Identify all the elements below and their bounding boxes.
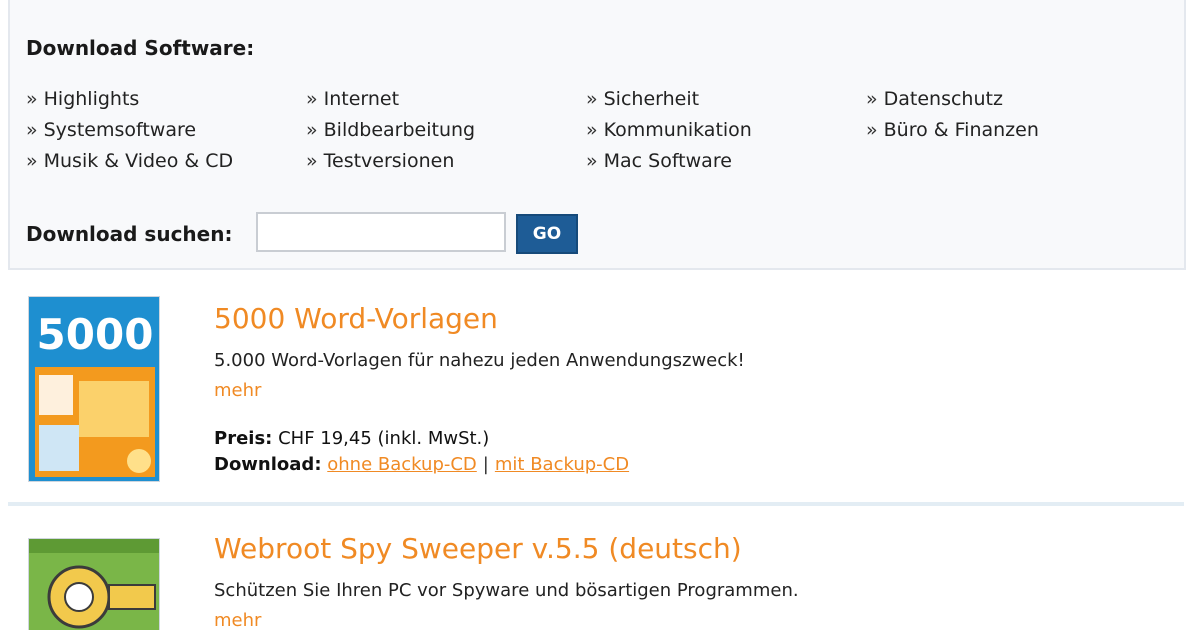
bullet-icon: » [306, 150, 318, 172]
bullet-icon: » [306, 119, 318, 141]
download-software-panel: Download Software: » Highlights » Internet… [8, 0, 1186, 270]
search-label: Download suchen: [26, 222, 233, 246]
product-entry: 5000 5000 Word-Vorlagen 5.000 Word-Vorla… [0, 290, 1200, 500]
bullet-icon: » [26, 88, 38, 110]
category-label: Testversionen [323, 150, 455, 172]
bullet-icon: » [586, 88, 598, 110]
category-link-datenschutz[interactable]: » Datenschutz [866, 88, 1003, 110]
category-link-kommunikation[interactable]: » Kommunikation [586, 119, 752, 141]
download-label: Download: [214, 454, 322, 475]
product-box-graphic: 5000 [29, 297, 159, 481]
category-label: Mac Software [603, 150, 732, 172]
product-more-link[interactable]: mehr [214, 610, 261, 630]
category-link-highlights[interactable]: » Highlights [26, 88, 139, 110]
category-label: Musik & Video & CD [43, 150, 234, 172]
category-link-musik-video-cd[interactable]: » Musik & Video & CD [26, 150, 233, 172]
category-label: Bildbearbeitung [323, 119, 476, 141]
category-link-sicherheit[interactable]: » Sicherheit [586, 88, 699, 110]
go-button[interactable]: GO [516, 214, 578, 254]
product-box-graphic [29, 539, 159, 630]
category-link-mac-software[interactable]: » Mac Software [586, 150, 732, 172]
product-box-number: 5000 [37, 310, 154, 359]
product-box-image[interactable]: 5000 [28, 296, 160, 482]
search-input[interactable] [256, 212, 506, 252]
bullet-icon: » [306, 88, 318, 110]
bullet-icon: » [866, 119, 878, 141]
download-with-backup-link[interactable]: mit Backup-CD [495, 454, 629, 475]
product-entry: Webroot Spy Sweeper v.5.5 (deutsch) Schü… [0, 530, 1200, 630]
category-label: Internet [323, 88, 400, 110]
bullet-icon: » [866, 88, 878, 110]
product-title-link[interactable]: 5000 Word-Vorlagen [214, 302, 498, 335]
product-title-link[interactable]: Webroot Spy Sweeper v.5.5 (deutsch) [214, 532, 742, 565]
bullet-icon: » [586, 150, 598, 172]
bullet-icon: » [26, 150, 38, 172]
price-label: Preis: [214, 428, 273, 449]
category-label: Kommunikation [603, 119, 752, 141]
price-value: CHF 19,45 (inkl. MwSt.) [278, 428, 490, 449]
product-more-link[interactable]: mehr [214, 380, 261, 401]
category-label: Highlights [43, 88, 140, 110]
category-link-bildbearbeitung[interactable]: » Bildbearbeitung [306, 119, 475, 141]
category-label: Systemsoftware [43, 119, 197, 141]
category-link-systemsoftware[interactable]: » Systemsoftware [26, 119, 196, 141]
product-description: Schützen Sie Ihren PC vor Spyware und bö… [214, 580, 799, 601]
category-label: Datenschutz [883, 88, 1003, 110]
category-link-internet[interactable]: » Internet [306, 88, 399, 110]
product-price: Preis: CHF 19,45 (inkl. MwSt.) [214, 428, 489, 449]
product-download-row: Download: ohne Backup-CD | mit Backup-CD [214, 454, 629, 475]
bullet-icon: » [26, 119, 38, 141]
product-description: 5.000 Word-Vorlagen für nahezu jeden Anw… [214, 350, 745, 371]
panel-title: Download Software: [26, 36, 255, 60]
divider [8, 502, 1184, 506]
bullet-icon: » [586, 119, 598, 141]
page: Download Software: » Highlights » Internet… [0, 0, 1200, 630]
product-box-image[interactable] [28, 538, 160, 630]
category-label: Büro & Finanzen [883, 119, 1039, 141]
download-without-backup-link[interactable]: ohne Backup-CD [327, 454, 477, 475]
download-separator: | [482, 454, 489, 475]
category-label: Sicherheit [603, 88, 700, 110]
category-link-buero-finanzen[interactable]: » Büro & Finanzen [866, 119, 1039, 141]
category-link-testversionen[interactable]: » Testversionen [306, 150, 454, 172]
